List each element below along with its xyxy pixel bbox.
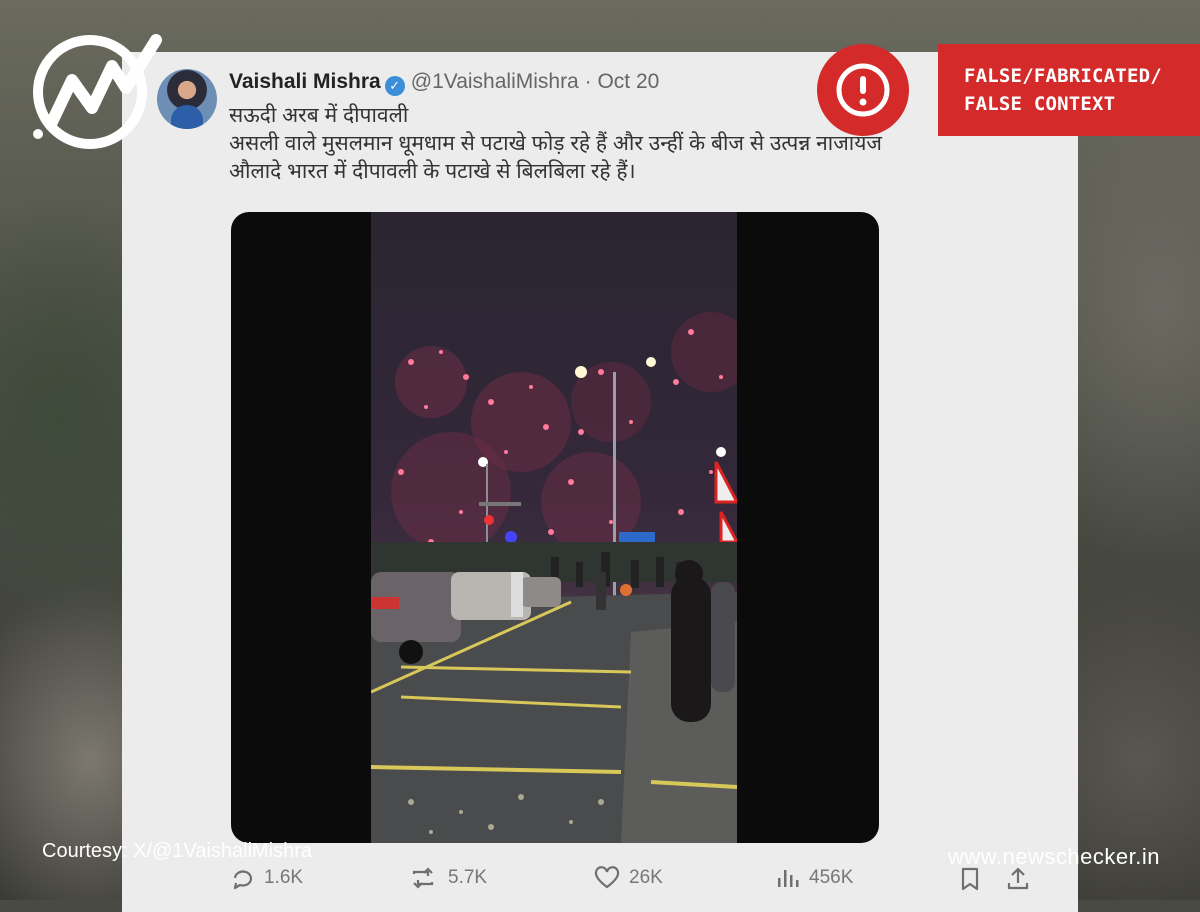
verdict-line-2: FALSE CONTEXT	[964, 93, 1116, 115]
fireworks-scene	[371, 312, 737, 843]
views-button[interactable]: 456K	[775, 866, 853, 890]
video-frame	[371, 212, 737, 843]
tweet-line: औलादे भारत में दीपावली के पटाखे से बिलबि…	[229, 160, 636, 183]
separator: ·	[584, 70, 592, 93]
views-count: 456K	[809, 867, 854, 888]
reply-count: 1.6K	[264, 867, 304, 888]
like-icon	[594, 866, 620, 889]
action-bar: 1.6K 5.7K 26K 456K	[0, 866, 1200, 896]
share-button[interactable]	[1006, 866, 1030, 892]
reply-icon	[233, 870, 253, 890]
like-count: 26K	[629, 867, 663, 888]
repost-icon	[412, 867, 434, 889]
like-button[interactable]: 26K	[593, 866, 663, 890]
video-player[interactable]	[231, 212, 879, 843]
tweet-date[interactable]: Oct 20	[597, 70, 659, 93]
bookmark-button[interactable]	[958, 866, 982, 892]
repost-button[interactable]: 5.7K	[410, 866, 487, 890]
verified-icon: ✓	[384, 76, 405, 96]
verdict-line-1: FALSE/FABRICATED/	[964, 65, 1162, 87]
alert-icon	[817, 44, 909, 136]
courtesy-credit: Courtesy: X/@1VaishaliMishra	[42, 840, 313, 862]
verdict-banner: FALSE/FABRICATED/ FALSE CONTEXT	[938, 44, 1200, 136]
bookmark-icon	[961, 867, 979, 891]
author-handle[interactable]: @1VaishaliMishra	[411, 70, 579, 93]
author-name[interactable]: Vaishali Mishra	[229, 70, 381, 93]
views-icon	[778, 870, 799, 887]
newschecker-logo	[33, 34, 162, 149]
repost-count: 5.7K	[448, 867, 488, 888]
tweet-header: Vaishali Mishra ✓ @1VaishaliMishra · Oct 2…	[229, 70, 659, 96]
share-icon	[1007, 867, 1029, 890]
reply-button[interactable]: 1.6K	[230, 866, 303, 890]
avatar[interactable]	[157, 69, 217, 129]
